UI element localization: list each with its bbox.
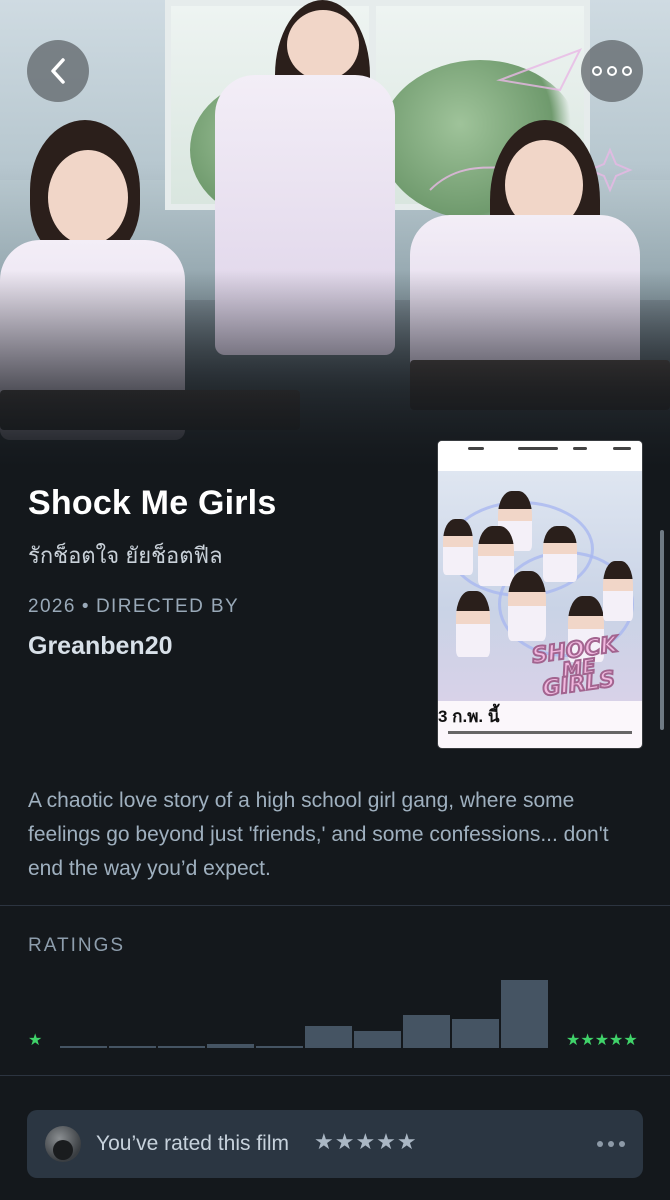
histogram-bar[interactable] bbox=[60, 1046, 107, 1048]
film-alternate-title: รักช็อตใจ ยัยช็อตฟีล bbox=[28, 543, 223, 568]
histogram-bar[interactable] bbox=[305, 1026, 352, 1048]
director-link[interactable]: Greanben20 bbox=[28, 632, 173, 661]
histogram-bar[interactable] bbox=[207, 1044, 254, 1048]
histogram-bar[interactable] bbox=[158, 1046, 205, 1048]
histogram-bar[interactable] bbox=[109, 1046, 156, 1048]
histogram-bar[interactable] bbox=[256, 1046, 303, 1048]
film-year[interactable]: 2026 bbox=[28, 596, 76, 617]
backdrop-image bbox=[0, 0, 670, 470]
histogram-bar[interactable] bbox=[501, 980, 548, 1048]
rated-text: You’ve rated this film bbox=[96, 1132, 289, 1155]
film-title: Shock Me Girls bbox=[28, 484, 277, 522]
ratings-heading: RATINGS bbox=[28, 935, 126, 956]
histogram-bar[interactable] bbox=[354, 1031, 401, 1048]
chevron-left-icon bbox=[51, 58, 65, 84]
more-options-button[interactable] bbox=[581, 40, 643, 102]
film-meta: 2026 • DIRECTED BY bbox=[28, 596, 240, 617]
directed-by-label: DIRECTED BY bbox=[95, 596, 240, 617]
user-rating-stars[interactable]: ★★★★★ bbox=[314, 1129, 418, 1155]
five-star-label: ★★★★★ bbox=[566, 1032, 638, 1049]
divider bbox=[0, 905, 670, 906]
more-horizontal-icon[interactable] bbox=[597, 1141, 625, 1147]
your-rating-bar[interactable]: You’ve rated this film ★★★★★ bbox=[27, 1110, 643, 1178]
one-star-label: ★ bbox=[28, 1032, 43, 1049]
poster-release-date: 3 ก.พ. นี้ bbox=[438, 707, 500, 726]
more-horizontal-icon bbox=[592, 66, 632, 76]
scrollbar[interactable] bbox=[660, 530, 664, 730]
histogram-bar[interactable] bbox=[452, 1019, 499, 1048]
film-synopsis[interactable]: A chaotic love story of a high school gi… bbox=[28, 784, 628, 886]
avatar[interactable] bbox=[45, 1126, 81, 1162]
divider bbox=[0, 1075, 670, 1076]
back-button[interactable] bbox=[27, 40, 89, 102]
ratings-histogram[interactable] bbox=[60, 978, 550, 1048]
histogram-bar[interactable] bbox=[403, 1015, 450, 1048]
film-poster[interactable]: SHOCK ME GIRLS 3 ก.พ. นี้ bbox=[438, 441, 642, 748]
